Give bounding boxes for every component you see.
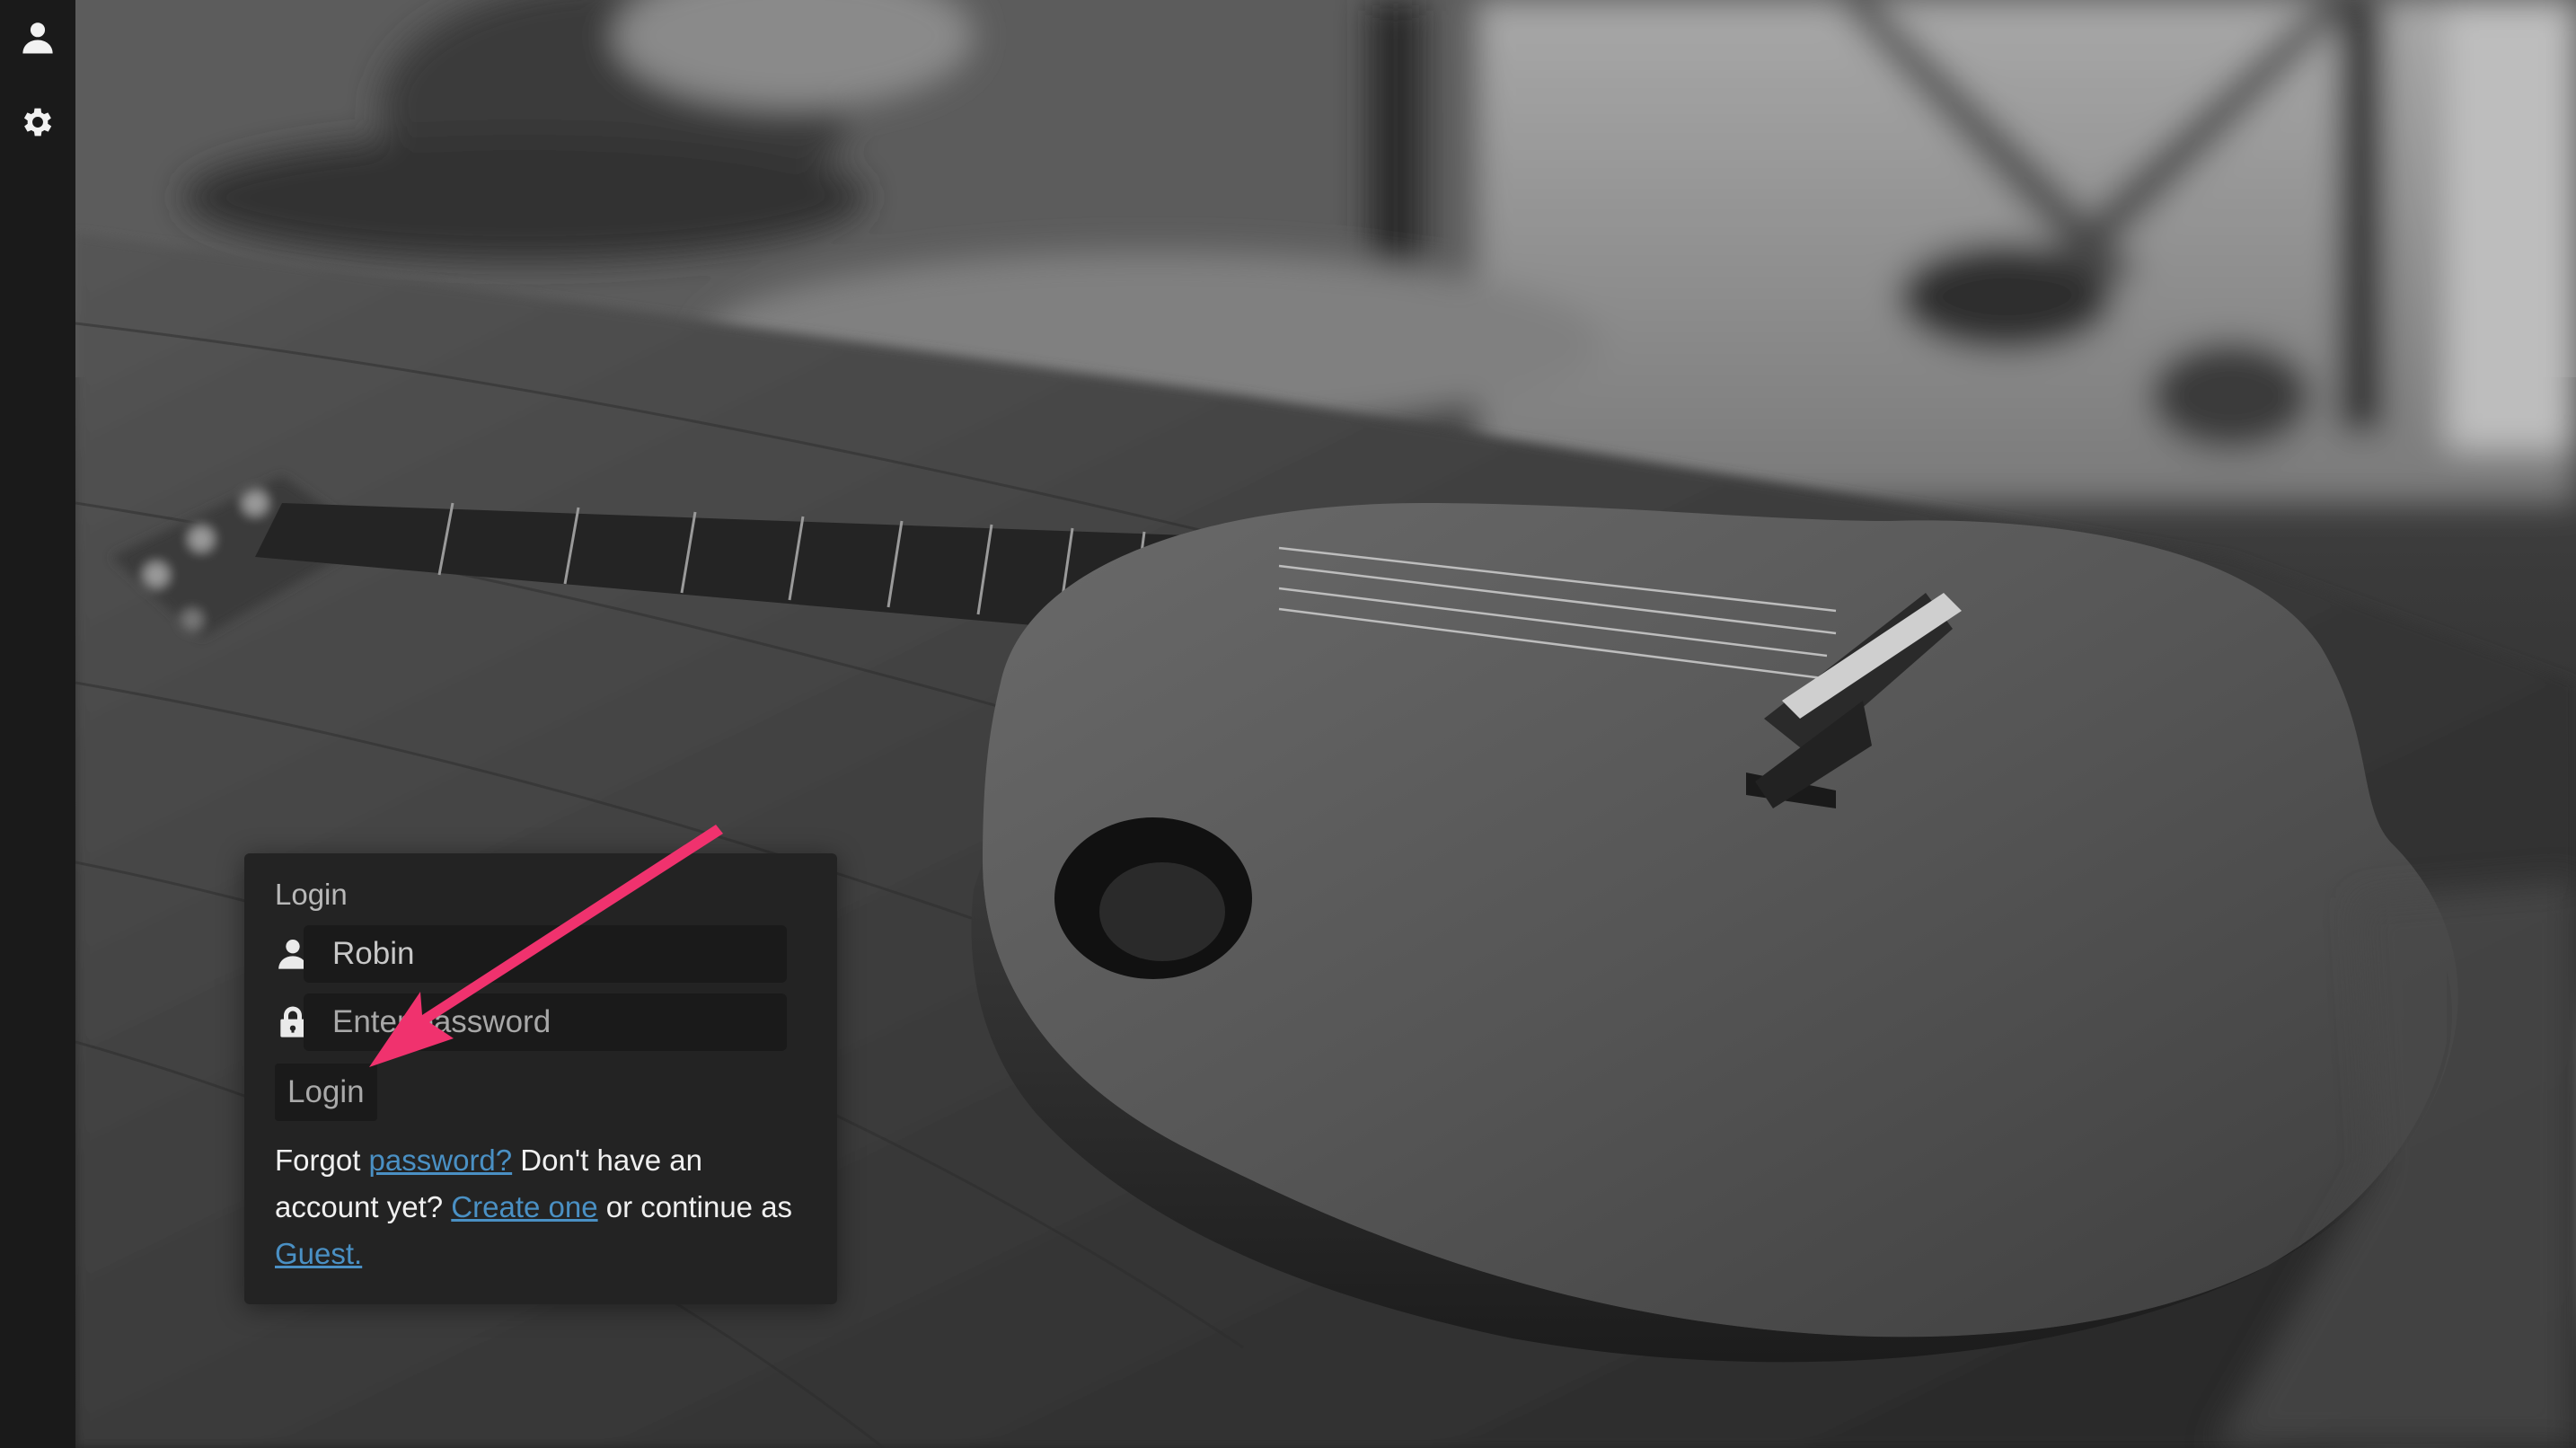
login-footer-text: Forgot password? Don't have an account y… bbox=[275, 1137, 814, 1277]
login-screen: Login Login Forgot password? Don't have … bbox=[0, 0, 2576, 1448]
password-row bbox=[275, 993, 807, 1051]
create-account-link[interactable]: Create one bbox=[451, 1190, 597, 1223]
login-button[interactable]: Login bbox=[275, 1064, 377, 1121]
sidebar bbox=[0, 0, 75, 1448]
sidebar-account-button[interactable] bbox=[0, 0, 75, 75]
login-panel: Login Login Forgot password? Don't have … bbox=[244, 853, 837, 1304]
footer-text-continue: or continue as bbox=[597, 1190, 793, 1223]
username-input[interactable] bbox=[304, 925, 787, 983]
password-input[interactable] bbox=[304, 993, 787, 1051]
user-icon bbox=[22, 22, 53, 54]
sidebar-settings-button[interactable] bbox=[0, 84, 75, 160]
guest-link[interactable]: Guest. bbox=[275, 1237, 362, 1270]
forgot-password-link[interactable]: password? bbox=[369, 1143, 513, 1177]
login-title: Login bbox=[275, 878, 348, 911]
gear-icon bbox=[23, 108, 52, 137]
footer-text-forgot: Forgot bbox=[275, 1143, 369, 1177]
username-row bbox=[275, 925, 807, 983]
